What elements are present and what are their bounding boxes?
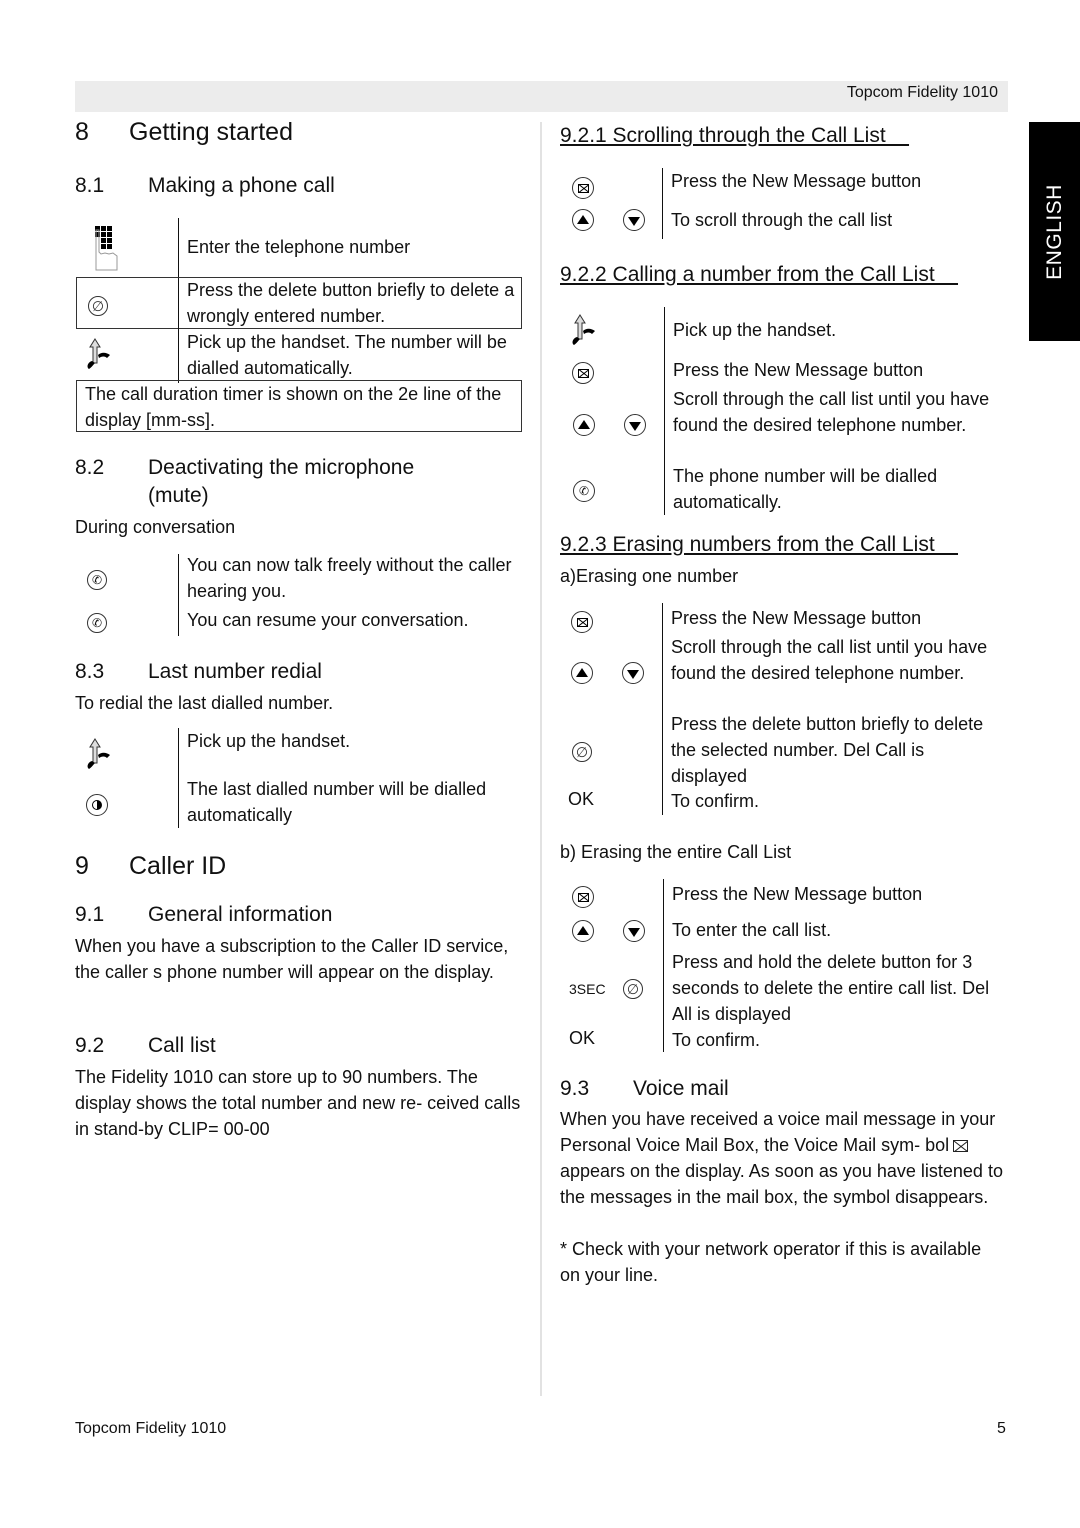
step-text: Press the New Message button [672,884,923,904]
step-text: To confirm. [672,1030,761,1050]
step-divider [178,278,179,383]
section-8-heading: 8 Getting started [75,118,293,146]
page-number: 5 [997,1420,1006,1437]
section-9-1-heading: 9.1 General information [75,903,333,926]
section-9-2-1-heading: 9.2.1 Scrolling through the Call List [560,124,910,147]
step-divider [178,218,179,277]
step-text: The last dialled number will be dialled … [187,779,487,825]
section-9-2-2-heading: 9.2.2 Calling a number from the Call Lis… [560,263,959,286]
down-arrow-button-icon [623,209,645,231]
step-divider [178,554,179,636]
pick-up-handset-icon [571,313,597,352]
step-text: Press and hold the delete button for 3 s… [672,952,990,1024]
language-tab: ENGLISH [1029,122,1080,341]
dial-button-icon: ✆ [573,480,595,502]
new-message-button-icon [572,362,594,384]
3sec-label: 3SEC [569,981,606,997]
ok-button-label: OK [568,789,595,809]
step-divider [664,307,665,515]
step-text: Pick up the handset. [673,320,837,340]
section-9-2-3-heading: 9.2.3 Erasing numbers from the Call List [560,533,959,556]
step-divider [662,168,663,239]
step-text: Scroll through the call list until you h… [673,389,990,435]
new-message-button-icon [571,611,593,633]
delete-button-icon: ∅ [623,979,643,999]
ok-button-label: OK [569,1028,596,1048]
note-box: The call duration timer is shown on the … [76,380,522,432]
step-text: You can resume your conversation. [187,610,469,630]
step-text: Press the delete button briefly to delet… [671,714,984,786]
step-text: Press the New Message button [673,360,924,380]
step-text: Press the New Message button [671,608,922,628]
subsection-b-title: b) Erasing the entire Call List [560,842,792,862]
section-8-1-heading: 8.1 Making a phone call [75,174,335,197]
step-text: You can now talk freely without the call… [187,555,512,601]
down-arrow-button-icon [622,662,644,684]
page-header: Topcom Fidelity 1010 [75,81,1008,112]
section-8-3-heading: 8.3 Last number redial [75,660,322,683]
section-8-2-heading: 8.2 Deactivating the microphone [75,456,415,479]
keypad-finger-icon [93,226,119,277]
step-text: Enter the telephone number [187,237,411,257]
delete-button-icon: ∅ [572,742,592,762]
step-text: To confirm. [671,791,760,811]
voice-mail-symbol-icon [953,1140,969,1152]
pick-up-handset-icon [86,337,112,376]
up-arrow-button-icon [571,662,593,684]
pick-up-handset-icon [86,737,112,776]
mute-button-icon: ✆ [87,613,107,633]
new-message-button-icon [572,177,594,199]
step-text: Press the delete button briefly to delet… [187,280,515,326]
section-9-3-body: When you have received a voice mail mess… [560,1109,1003,1207]
step-text: Pick up the handset. The number will be … [187,332,507,378]
step-text: To scroll through the call list [671,210,893,230]
section-9-3-footnote: * Check with your network operator if th… [560,1239,982,1285]
section-8-2-intro: During conversation [75,517,236,537]
section-8-3-intro: To redial the last dialled number. [75,693,334,713]
section-9-heading: 9 Caller ID [75,852,227,880]
footer-title: Topcom Fidelity 1010 [75,1420,227,1437]
up-arrow-button-icon [573,414,595,436]
step-text: Pick up the handset. [187,731,351,751]
step-divider [178,728,179,828]
subsection-a-title: a)Erasing one number [560,566,739,586]
step-text: To enter the call list. [672,920,832,940]
section-9-3-heading: 9.3 Voice mail [560,1077,729,1100]
section-8-2-heading-line2: (mute) [148,484,209,507]
up-arrow-button-icon [572,920,594,942]
redial-button-icon [86,794,108,816]
section-9-2-body: The Fidelity 1010 can store up to 90 num… [75,1067,521,1139]
down-arrow-button-icon [623,920,645,942]
delete-button-icon: ∅ [88,296,108,316]
up-arrow-button-icon [572,209,594,231]
step-text: Press the New Message button [671,171,922,191]
column-divider [540,122,542,1396]
down-arrow-button-icon [624,414,646,436]
language-tab-label: ENGLISH [1042,183,1066,280]
section-9-1-body: When you have a subscription to the Call… [75,936,509,982]
header-title: Topcom Fidelity 1010 [846,84,998,101]
step-text: The phone number will be dialled automat… [673,466,938,512]
step-divider [662,603,663,815]
section-9-2-heading: 9.2 Call list [75,1034,216,1057]
step-divider [663,879,664,1052]
step-text: Scroll through the call list until you h… [671,637,988,683]
mute-button-icon: ✆ [87,570,107,590]
note-text: The call duration timer is shown on the … [85,384,502,430]
new-message-button-icon [572,886,594,908]
